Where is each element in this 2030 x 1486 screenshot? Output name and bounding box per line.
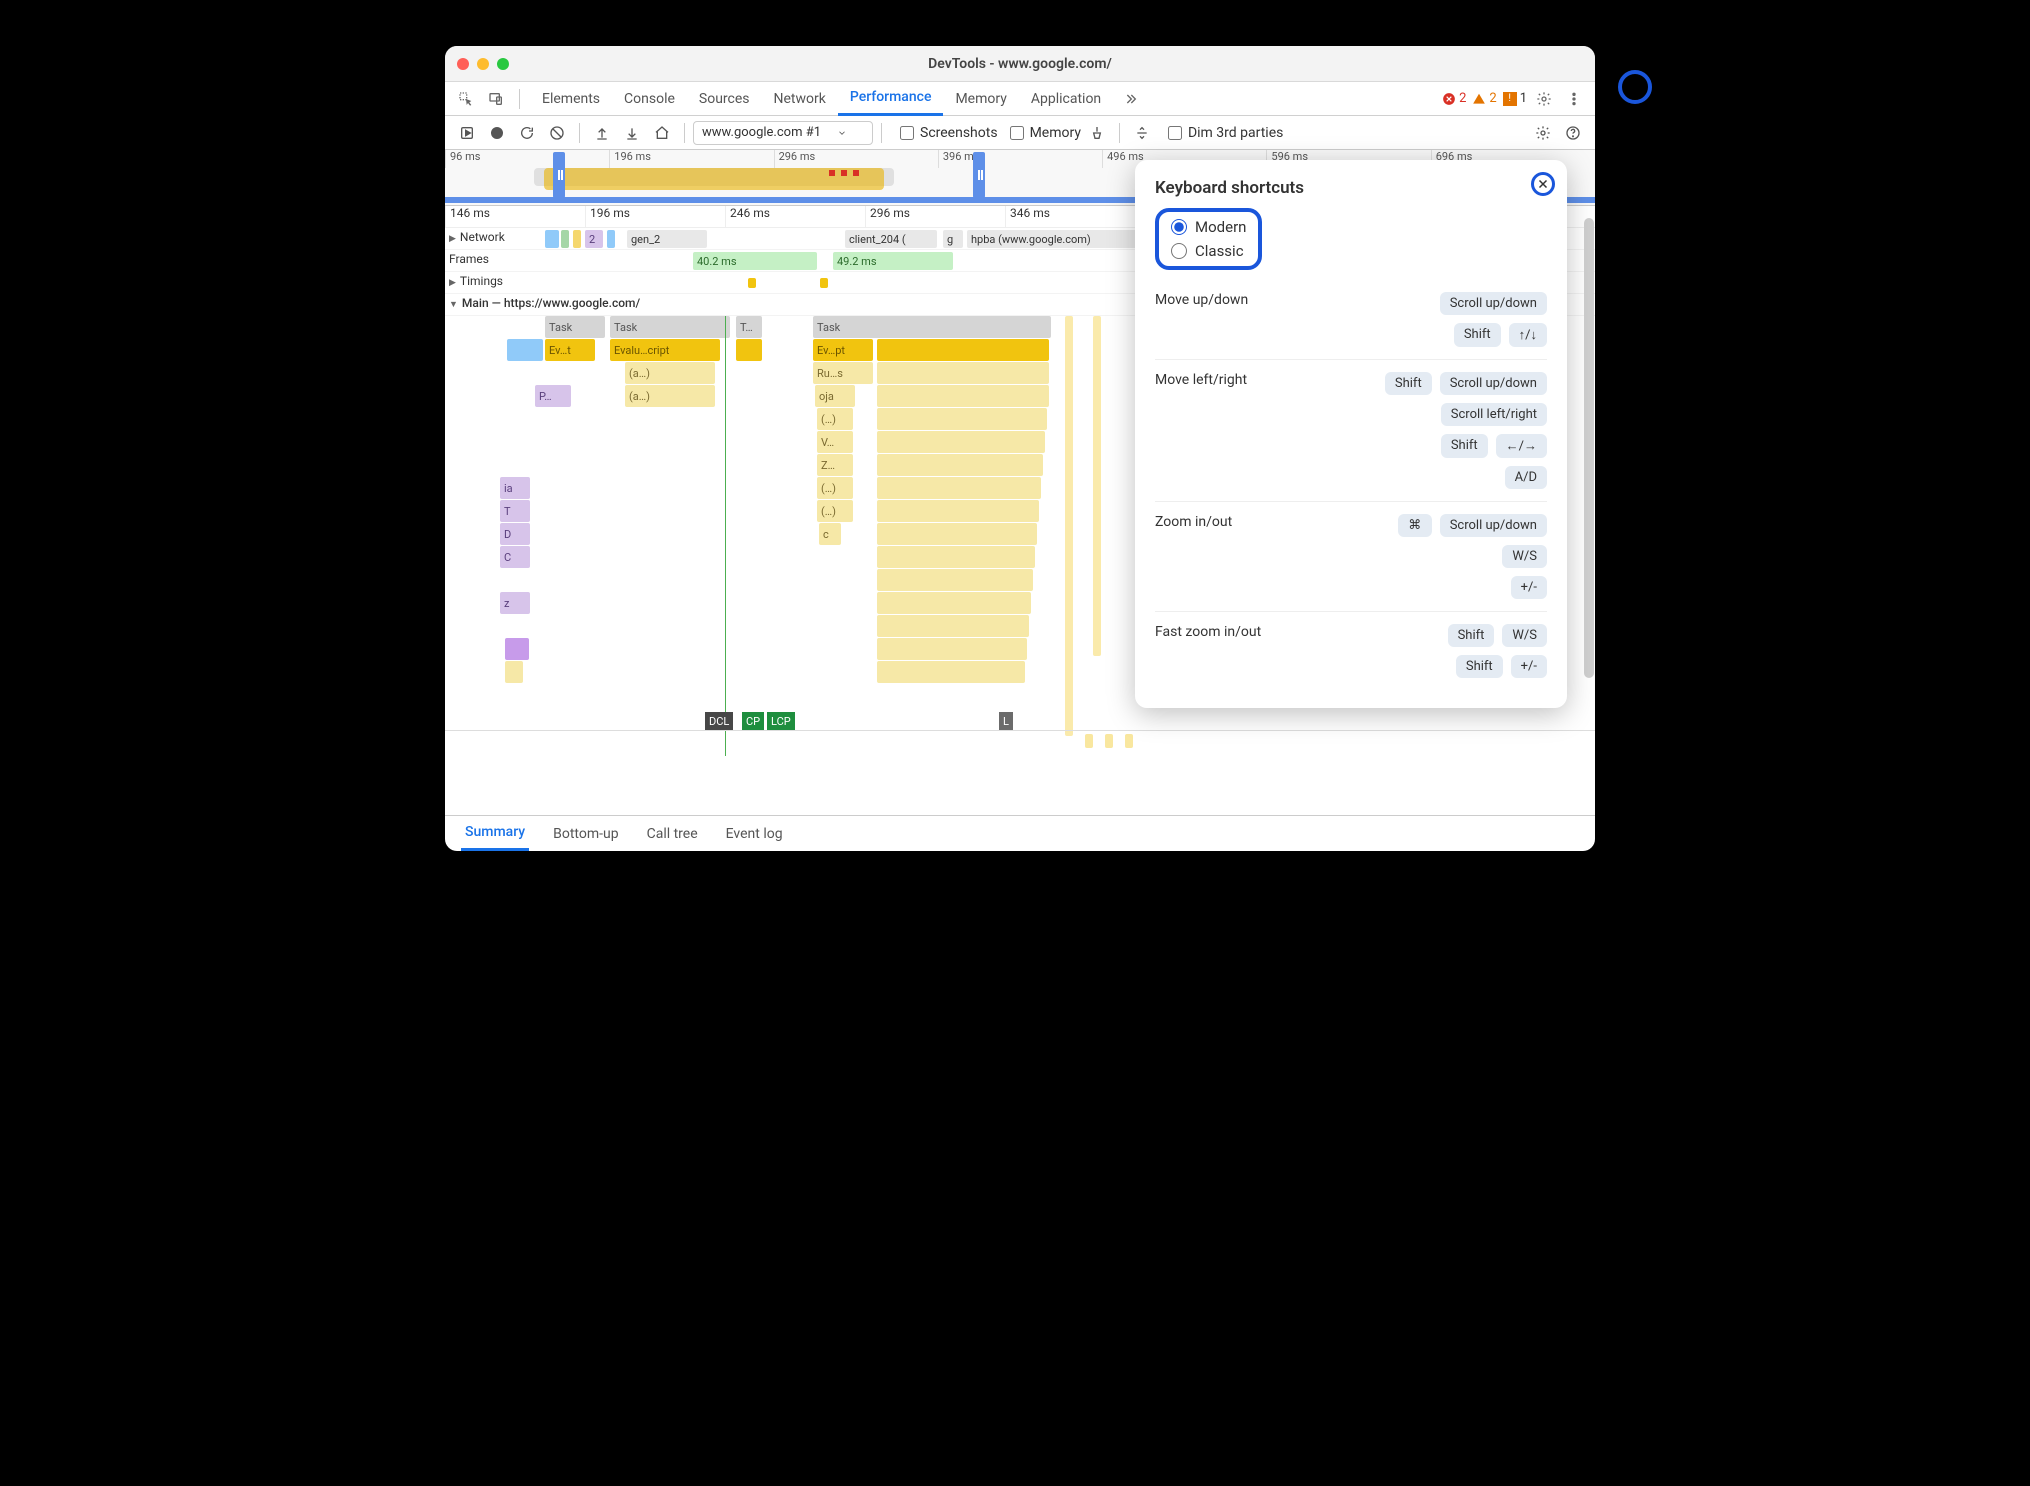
more-tabs-icon[interactable] — [1117, 86, 1143, 112]
key-cap: Scroll left/right — [1441, 403, 1547, 426]
key-cap: W/S — [1502, 545, 1547, 568]
inspect-icon[interactable] — [453, 86, 479, 112]
key-cap: +/- — [1511, 576, 1547, 599]
error-count: 2 — [1459, 91, 1466, 106]
key-cap: A/D — [1505, 466, 1547, 489]
key-cap: ↑/↓ — [1509, 323, 1547, 347]
recording-selector[interactable]: www.google.com #1 — [693, 121, 873, 145]
tab-performance[interactable]: Performance — [838, 82, 944, 116]
tab-application[interactable]: Application — [1019, 82, 1113, 116]
detail-tab-call-tree[interactable]: Call tree — [643, 818, 702, 850]
key-cap: Shift — [1441, 434, 1488, 458]
key-cap: Scroll up/down — [1440, 514, 1547, 537]
device-toggle-icon[interactable] — [483, 86, 509, 112]
key-cap: ⌘ — [1398, 514, 1432, 537]
overview-tick: 196 ms — [609, 150, 773, 168]
panel-title: Keyboard shortcuts — [1155, 178, 1547, 198]
issues-badges[interactable]: 2 2 !1 — [1442, 91, 1527, 106]
radio-modern[interactable]: Modern — [1171, 218, 1246, 236]
ruler-tick: 196 ms — [585, 206, 725, 227]
key-cap: Shift — [1454, 323, 1501, 347]
key-cap: W/S — [1502, 624, 1547, 647]
shortcut-mode-radios: Modern Classic — [1155, 208, 1262, 270]
overview-tick: 396 ms — [938, 150, 1102, 168]
settings-gear-icon[interactable] — [1531, 86, 1557, 112]
radio-classic[interactable]: Classic — [1171, 242, 1246, 260]
shortcut-label: Move up/down — [1155, 292, 1248, 308]
ruler-tick: 346 ms — [1005, 206, 1145, 227]
detail-tab-bottom-up[interactable]: Bottom-up — [549, 818, 622, 850]
collapse-icon[interactable] — [1128, 119, 1156, 147]
panel-settings-icon[interactable] — [1529, 119, 1557, 147]
overview-handle-right[interactable] — [973, 152, 985, 198]
shortcut-label: Zoom in/out — [1155, 514, 1232, 530]
scrollbar-thumb[interactable] — [1584, 218, 1594, 678]
key-cap: Scroll up/down — [1440, 292, 1547, 315]
timings-label: Timings — [445, 272, 545, 293]
main-tabbar: ElementsConsoleSourcesNetworkPerformance… — [445, 82, 1595, 116]
tab-sources[interactable]: Sources — [687, 82, 762, 116]
main-label: Main — https://www.google.com/ — [445, 294, 644, 315]
help-button-highlight — [1618, 70, 1652, 104]
chevron-down-icon — [837, 128, 847, 138]
cp-marker: CP — [742, 712, 764, 730]
tab-elements[interactable]: Elements — [530, 82, 612, 116]
shortcut-row: Move left/right Shift Scroll up/down Scroll… — [1155, 360, 1547, 502]
reload-icon[interactable] — [513, 119, 541, 147]
network-label: Network — [445, 228, 545, 249]
key-cap: Shift — [1385, 372, 1432, 395]
keyboard-shortcuts-panel: Keyboard shortcuts Modern Classic Move u… — [1135, 160, 1567, 708]
window-titlebar: DevTools - www.google.com/ — [445, 46, 1595, 82]
record-icon[interactable] — [483, 119, 511, 147]
shortcut-row: Fast zoom in/out Shift W/S Shift +/- — [1155, 612, 1547, 690]
warn-count: 2 — [1489, 91, 1496, 106]
frames-label: Frames — [445, 250, 545, 271]
l-marker: L — [999, 712, 1013, 730]
shortcut-label: Move left/right — [1155, 372, 1247, 388]
gc-broom-icon[interactable] — [1083, 119, 1111, 147]
overview-tick: 296 ms — [774, 150, 938, 168]
key-cap: Shift — [1456, 655, 1503, 678]
upload-icon[interactable] — [588, 119, 616, 147]
screenshots-checkbox[interactable]: Screenshots — [900, 125, 998, 141]
tab-memory[interactable]: Memory — [943, 82, 1018, 116]
recording-label: www.google.com #1 — [702, 125, 821, 140]
key-cap: Scroll up/down — [1440, 372, 1547, 395]
ruler-tick: 146 ms — [445, 206, 585, 227]
ruler-tick: 296 ms — [865, 206, 1005, 227]
shortcut-label: Fast zoom in/out — [1155, 624, 1261, 640]
clear-icon[interactable] — [543, 119, 571, 147]
key-cap: ←/→ — [1496, 434, 1547, 458]
details-tabbar: Summary Bottom-up Call tree Event log — [445, 815, 1595, 851]
home-icon[interactable] — [648, 119, 676, 147]
key-cap: Shift — [1448, 624, 1495, 647]
download-icon[interactable] — [618, 119, 646, 147]
help-icon[interactable] — [1559, 119, 1587, 147]
perf-toolbar: www.google.com #1 Screenshots Memory Dim… — [445, 116, 1595, 150]
detail-tab-summary[interactable]: Summary — [461, 816, 529, 851]
record-toggle-icon[interactable] — [453, 119, 481, 147]
overview-tick: 96 ms — [445, 150, 609, 168]
shortcut-row: Zoom in/out ⌘ Scroll up/down W/S +/- — [1155, 502, 1547, 612]
ruler-tick: 246 ms — [725, 206, 865, 227]
info-count: 1 — [1520, 91, 1527, 106]
memory-checkbox[interactable]: Memory — [1010, 125, 1081, 141]
key-cap: +/- — [1511, 655, 1547, 678]
detail-tab-event-log[interactable]: Event log — [722, 818, 787, 850]
window-title: DevTools - www.google.com/ — [445, 56, 1595, 72]
lcp-marker: LCP — [767, 712, 795, 730]
overview-handle-left[interactable] — [553, 152, 565, 198]
kebab-menu-icon[interactable] — [1561, 86, 1587, 112]
panel-close-button[interactable] — [1531, 172, 1555, 196]
shortcut-row: Move up/down Scroll up/down Shift ↑/↓ — [1155, 280, 1547, 360]
dcl-marker: DCL — [705, 712, 733, 730]
tab-console[interactable]: Console — [612, 82, 687, 116]
tab-network[interactable]: Network — [762, 82, 838, 116]
dim-3rd-checkbox[interactable]: Dim 3rd parties — [1168, 125, 1283, 141]
